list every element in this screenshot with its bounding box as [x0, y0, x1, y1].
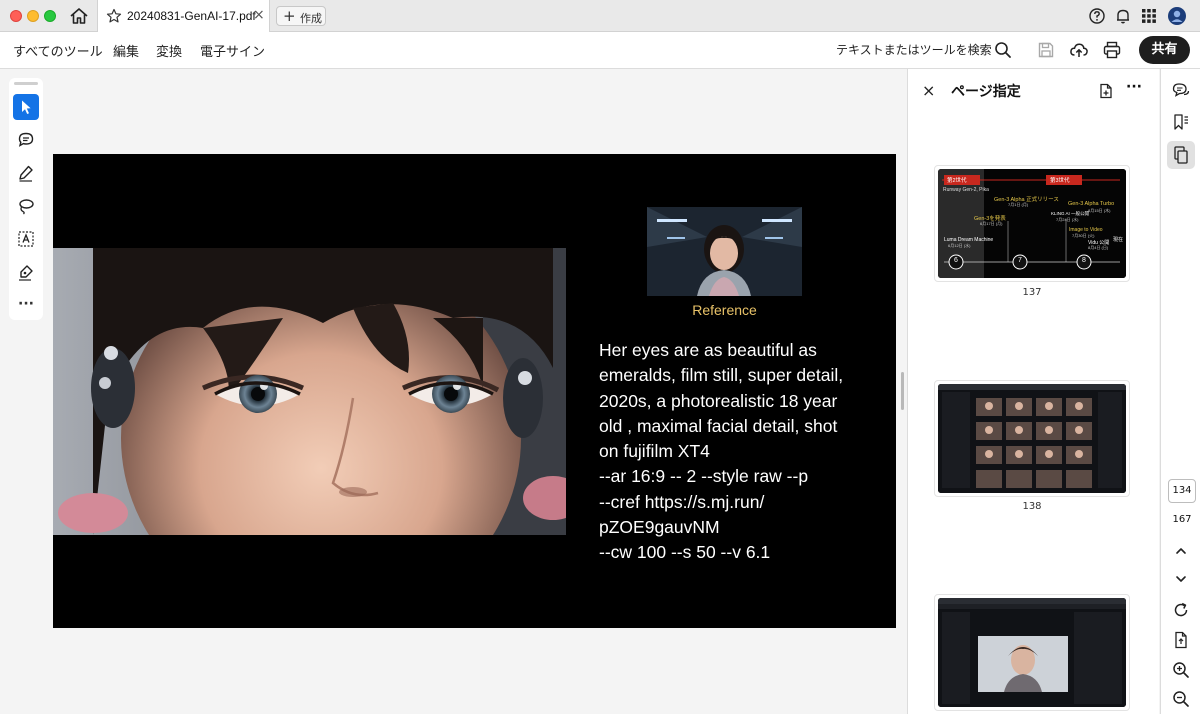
search-icon[interactable]	[993, 40, 1013, 60]
prompt-line: on fujifilm XT4	[599, 441, 710, 462]
prompt-line: emeralds, film still, super detail,	[599, 365, 844, 386]
reference-photo	[647, 207, 802, 296]
title-bar: 20240831-GenAI-17.pdf × + 作成	[0, 0, 1200, 32]
window-zoom-button[interactable]	[44, 10, 56, 22]
menu-bar: すべてのツール 編集 変換 電子サイン テキストまたはツールを検索 共有	[0, 32, 1200, 69]
total-pages: 167	[1172, 514, 1192, 525]
left-toolbar: ···	[9, 78, 43, 320]
acrobat-window: 20240831-GenAI-17.pdf × + 作成 すべてのツール 編集 …	[0, 0, 1200, 714]
cursor-arrow-icon	[22, 100, 31, 114]
bookmarks-icon[interactable]	[1171, 112, 1191, 132]
gen2-label: 第2世代	[947, 178, 967, 184]
gen3-turbo-label: Gen-3 Alpha Turbo	[1068, 201, 1115, 207]
comment-icon	[18, 132, 34, 147]
prompt-line: --ar 16:9 -- 2 --style raw --p	[599, 466, 809, 487]
menu-all-tools[interactable]: すべてのツール	[13, 41, 103, 60]
close-panel-icon[interactable]: ×	[922, 81, 935, 100]
create-button[interactable]: + 作成	[276, 6, 326, 26]
page-display-icon[interactable]	[1171, 630, 1191, 650]
tab-title: 20240831-GenAI-17.pdf	[127, 9, 256, 23]
prompt-text-block: Her eyes are as beautiful as emeralds, f…	[599, 338, 869, 566]
avatar[interactable]	[1167, 6, 1187, 26]
next-page-chevron-down-icon[interactable]	[1171, 569, 1191, 589]
portrait-photo	[53, 248, 566, 535]
signature-pen-icon	[19, 265, 33, 281]
vidu-date: 8月4日 (日)	[1088, 245, 1109, 250]
timeline-marker: 8	[1082, 257, 1086, 264]
gen3-alpha-date: 7月1日 (月)	[1008, 202, 1029, 207]
text-box-icon	[18, 231, 34, 247]
page-thumbnails-icon[interactable]	[1167, 141, 1195, 169]
save-icon[interactable]	[1036, 40, 1056, 60]
prompt-line: old , maximal facial detail, shot	[599, 415, 838, 436]
more-tools-icon[interactable]: ···	[13, 296, 39, 312]
current-page-input[interactable]: 134	[1168, 479, 1196, 503]
pdf-page-slide: Reference Her eyes are as beautiful as e…	[53, 154, 896, 628]
toolbar-drag-handle[interactable]	[14, 82, 38, 85]
luma-date: 6月12日 (水)	[948, 243, 971, 248]
now-label: 現在	[1113, 237, 1124, 243]
thumbnail-page-number: 138	[1022, 501, 1042, 512]
menu-edit[interactable]: 編集	[113, 41, 139, 60]
menu-e-sign[interactable]: 電子サイン	[200, 41, 265, 60]
timeline-marker: 7	[1018, 257, 1022, 264]
thumbnail-timeline-slide: 第2世代 第3世代 Runway Gen-2, Pika Gen-3 Alpha…	[938, 169, 1126, 278]
timeline-marker: 6	[954, 257, 958, 264]
comments-icon[interactable]	[1171, 81, 1191, 101]
gen3-turbo-date: 8月15日 (木)	[1088, 208, 1111, 213]
right-rail: 134 167	[1160, 69, 1200, 714]
search-tools-label[interactable]: テキストまたはツールを検索	[836, 41, 992, 58]
thumbnail-midjourney-single	[938, 598, 1126, 707]
rotate-icon[interactable]	[1171, 600, 1191, 620]
prompt-line: --cw 100 --s 50 --v 6.1	[599, 542, 771, 563]
gen3-announce-date: 6月17日 (月)	[980, 221, 1003, 226]
share-button[interactable]: 共有	[1139, 36, 1190, 64]
pen-tool[interactable]	[13, 160, 39, 186]
panel-resize-handle[interactable]	[901, 372, 904, 410]
plus-icon: +	[283, 7, 296, 25]
window-minimize-button[interactable]	[27, 10, 39, 22]
window-close-button[interactable]	[10, 10, 22, 22]
create-label: 作成	[300, 12, 322, 25]
select-tool[interactable]	[13, 94, 39, 120]
help-icon[interactable]	[1088, 7, 1106, 25]
tab-close-icon[interactable]: ×	[253, 7, 265, 23]
apps-grid-icon[interactable]	[1140, 7, 1158, 25]
text-select-tool[interactable]	[13, 226, 39, 252]
page-thumbnail-138[interactable]	[934, 380, 1130, 497]
print-icon[interactable]	[1102, 40, 1122, 60]
lasso-tool[interactable]	[13, 193, 39, 219]
prompt-line: Her eyes are as beautiful as	[599, 340, 817, 360]
prompt-line: --cref https://s.mj.run/	[599, 491, 765, 512]
prompt-line: pZOE9gauvNM	[599, 517, 720, 538]
star-icon[interactable]	[106, 8, 122, 24]
comment-tool[interactable]	[13, 127, 39, 153]
panel-more-icon[interactable]: ···	[1126, 79, 1142, 95]
gen3-label: 第3世代	[1050, 178, 1070, 184]
page-thumbnail-139[interactable]	[934, 594, 1130, 711]
home-icon[interactable]	[68, 6, 90, 26]
thumbnail-midjourney-grid	[938, 384, 1126, 493]
sign-tool[interactable]	[13, 259, 39, 285]
pen-icon	[19, 165, 33, 182]
zoom-out-icon[interactable]	[1171, 689, 1191, 709]
lasso-icon	[19, 199, 34, 215]
thumbnail-page-number: 137	[1022, 287, 1042, 298]
previous-page-chevron-up-icon[interactable]	[1171, 541, 1191, 561]
insert-page-icon[interactable]	[1097, 82, 1115, 100]
page-thumbnail-137[interactable]: 第2世代 第3世代 Runway Gen-2, Pika Gen-3 Alpha…	[934, 165, 1130, 282]
cloud-upload-icon[interactable]	[1069, 40, 1089, 60]
runway-label: Runway Gen-2, Pika	[943, 187, 989, 193]
menu-convert[interactable]: 変換	[156, 41, 182, 60]
prompt-line: 2020s, a photorealistic 18 year	[599, 390, 838, 411]
reference-caption: Reference	[692, 302, 757, 318]
page-thumbnails-panel: × ページ指定 ··· 第2世代 第3世代 Runway Gen-2, Pika…	[907, 69, 1159, 714]
document-tab[interactable]: 20240831-GenAI-17.pdf ×	[97, 0, 270, 32]
zoom-in-icon[interactable]	[1171, 660, 1191, 680]
notifications-bell-icon[interactable]	[1114, 7, 1132, 25]
kling-date: 7月24日 (水)	[1056, 217, 1079, 222]
panel-title: ページ指定	[951, 84, 1021, 100]
